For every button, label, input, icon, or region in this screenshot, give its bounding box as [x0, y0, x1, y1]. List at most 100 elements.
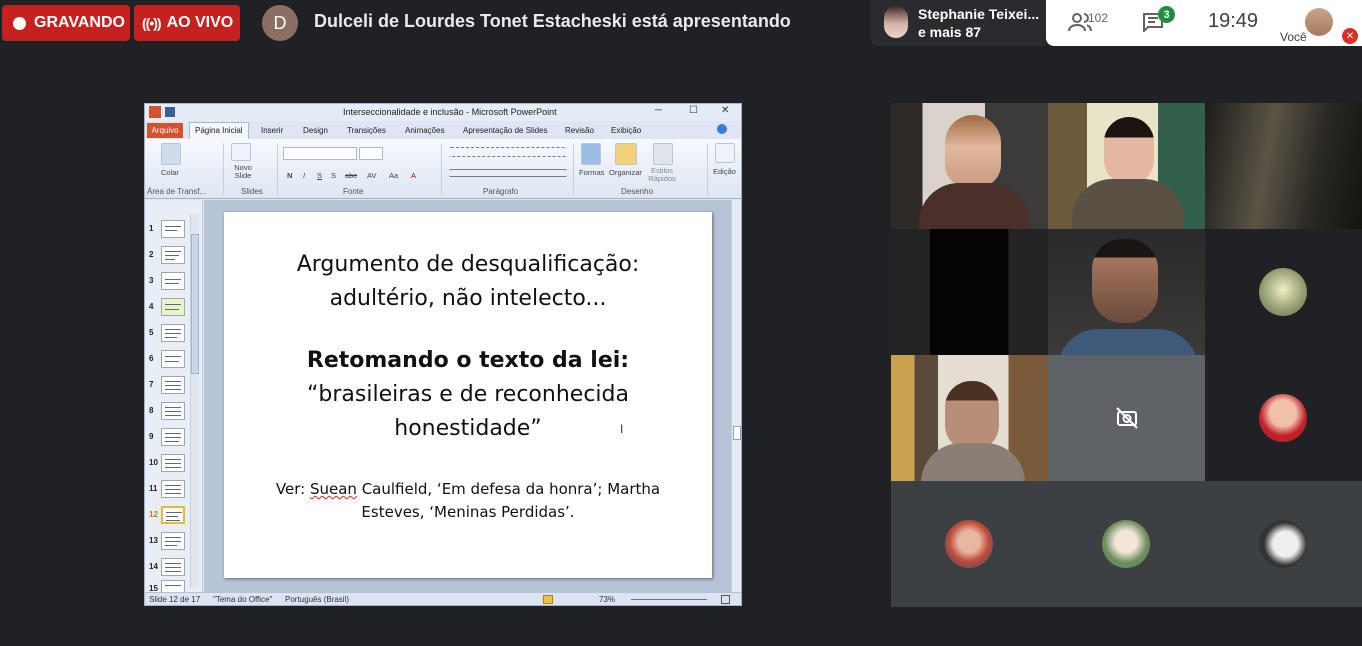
- underline-button[interactable]: S: [317, 171, 322, 180]
- slide-thumbnail[interactable]: 14: [147, 556, 201, 578]
- close-icon[interactable]: ✕: [721, 105, 729, 116]
- slide-thumbnail[interactable]: 11: [147, 478, 201, 500]
- camera-off-tile[interactable]: [1048, 355, 1205, 481]
- thumbnail-number: 15: [149, 584, 158, 592]
- shapes-label: Formas: [579, 168, 605, 177]
- organize-icon[interactable]: [615, 143, 637, 165]
- zoom-level[interactable]: 73%: [599, 595, 615, 604]
- slide-thumbnail[interactable]: 2: [147, 244, 201, 266]
- save-icon[interactable]: [165, 107, 175, 117]
- text-cursor-icon: I: [620, 422, 624, 436]
- thumbnail-image: [161, 454, 185, 472]
- menu-tab-slideshow[interactable]: Apresentação de Slides: [463, 126, 548, 135]
- organize-label: Organizar: [609, 168, 642, 177]
- group-slides: Slides: [241, 187, 263, 196]
- binoculars-icon[interactable]: [715, 143, 735, 163]
- participant-video-tile[interactable]: [891, 103, 1048, 229]
- new-slide-icon[interactable]: [231, 143, 251, 161]
- thumbnail-image: [161, 428, 185, 446]
- participant-body: [1072, 179, 1184, 229]
- menu-tab-design[interactable]: Design: [303, 126, 328, 135]
- font-size-select[interactable]: [359, 147, 383, 160]
- quick-styles-icon[interactable]: [653, 143, 673, 165]
- thumbnail-image: [161, 220, 185, 238]
- shadow-button[interactable]: S: [331, 171, 336, 180]
- thumbnail-number: 6: [149, 354, 154, 363]
- menu-tab-view[interactable]: Exibição: [611, 126, 641, 135]
- paste-icon[interactable]: [161, 143, 181, 165]
- edit-label[interactable]: Edição: [713, 167, 736, 176]
- slide-thumbnail[interactable]: 3: [147, 270, 201, 292]
- thumbnail-image: [161, 324, 185, 342]
- participant-avatar[interactable]: [1102, 520, 1150, 568]
- self-label: Você: [1280, 30, 1307, 44]
- slide-thumbnail-selected[interactable]: 12: [147, 504, 201, 526]
- thumbnail-image: [161, 350, 185, 368]
- live-label: AO VIVO: [166, 14, 234, 31]
- quick-styles-label: Estilos Rápidos: [648, 166, 676, 183]
- thumbnail-image: [161, 480, 185, 498]
- participant-video-tile[interactable]: [891, 355, 1048, 481]
- alignment-controls[interactable]: [449, 169, 567, 177]
- group-paragraph: Parágrafo: [483, 187, 519, 196]
- recording-label: GRAVANDO: [34, 14, 125, 31]
- slide-scroll-knob[interactable]: [733, 426, 741, 440]
- slide-thumbnail[interactable]: 10: [147, 452, 201, 474]
- ribbon-separator: [441, 143, 442, 195]
- participant-avatar-row: [891, 481, 1362, 607]
- italic-button[interactable]: I: [303, 171, 305, 180]
- menu-tab-review[interactable]: Revisão: [565, 126, 594, 135]
- participant-avatar[interactable]: [1259, 520, 1307, 568]
- zoom-slider[interactable]: [631, 599, 707, 600]
- slide-thumbnail[interactable]: 1: [147, 218, 201, 240]
- self-avatar[interactable]: [1305, 8, 1333, 36]
- ref-name: Suean: [309, 480, 357, 498]
- menu-tab-home[interactable]: Página Inicial: [195, 126, 243, 135]
- shapes-icon[interactable]: [581, 143, 601, 165]
- slide-thumbnail[interactable]: 7: [147, 374, 201, 396]
- participant-avatar-tile[interactable]: [1205, 355, 1362, 481]
- menu-tab-animations[interactable]: Animações: [405, 126, 445, 135]
- thumbnail-number: 2: [149, 250, 154, 259]
- font-family-select[interactable]: [283, 147, 357, 160]
- bold-button[interactable]: N: [287, 171, 292, 180]
- normal-view-icon[interactable]: [543, 595, 553, 604]
- slide-thumbnail[interactable]: 13: [147, 530, 201, 552]
- help-icon[interactable]: [717, 124, 727, 134]
- thumbnail-number: 3: [149, 276, 154, 285]
- participant-video-tile[interactable]: [1048, 229, 1205, 355]
- participant-face: [1092, 239, 1158, 323]
- slide-editing-area: Argumento de desqualificação: adultério,…: [204, 200, 731, 592]
- slide-thumbnail[interactable]: 6: [147, 348, 201, 370]
- strikethrough-button[interactable]: abc: [345, 171, 357, 180]
- fit-window-icon[interactable]: [721, 595, 730, 604]
- slide-thumbnail[interactable]: 5: [147, 322, 201, 344]
- slide-thumbnail[interactable]: 9: [147, 426, 201, 448]
- thumbnail-image: [161, 532, 185, 550]
- participant-video-tile[interactable]: [1048, 103, 1205, 229]
- current-slide[interactable]: Argumento de desqualificação: adultério,…: [224, 212, 712, 578]
- menu-file[interactable]: Arquivo: [147, 123, 183, 138]
- list-controls[interactable]: [449, 147, 567, 157]
- participant-avatar-tile[interactable]: [1205, 229, 1362, 355]
- recording-indicator[interactable]: GRAVANDO: [2, 5, 130, 41]
- minimize-icon[interactable]: ─: [655, 105, 662, 116]
- menu-tab-insert[interactable]: Inserir: [261, 126, 283, 135]
- slide-thumbnail[interactable]: 15: [147, 578, 201, 592]
- maximize-icon[interactable]: ☐: [689, 105, 698, 116]
- case-button[interactable]: Aa: [389, 171, 398, 180]
- thumbnail-number: 12: [149, 510, 158, 519]
- live-stream-indicator[interactable]: ((•)) AO VIVO: [134, 5, 240, 41]
- thumbnail-number: 10: [149, 458, 158, 467]
- slide-thumbnail[interactable]: 8: [147, 400, 201, 422]
- slide-thumbnail[interactable]: 4: [147, 296, 201, 318]
- powerpoint-window: Interseccionalidade e inclusão - Microso…: [144, 103, 742, 606]
- slide-scrollbar[interactable]: [731, 200, 741, 592]
- participant-avatar[interactable]: [945, 520, 993, 568]
- menu-tab-transitions[interactable]: Transições: [347, 126, 386, 135]
- spacing-button[interactable]: AV: [367, 171, 376, 180]
- participant-video-tile[interactable]: [1205, 103, 1362, 229]
- participant-video-tile[interactable]: [891, 229, 1048, 355]
- clock: 19:49: [1208, 10, 1259, 32]
- font-color-button[interactable]: A: [411, 171, 416, 180]
